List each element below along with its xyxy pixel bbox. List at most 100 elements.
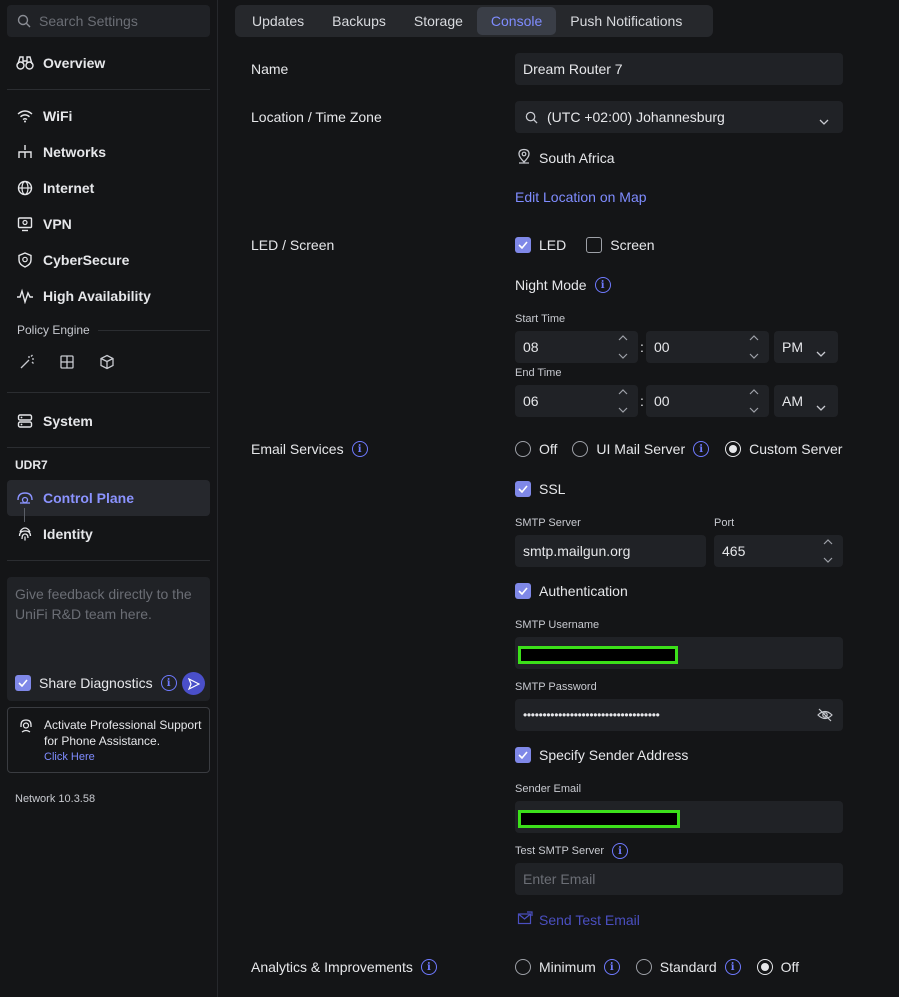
stepper-arrows[interactable] bbox=[823, 539, 833, 563]
sidebar-item-identity[interactable]: Identity bbox=[7, 518, 210, 550]
ui-mail-server-radio[interactable] bbox=[572, 441, 589, 457]
info-icon[interactable]: i bbox=[724, 959, 741, 975]
checkmark-icon bbox=[518, 751, 528, 759]
info-icon[interactable]: i bbox=[612, 843, 629, 859]
tab-push-notifications[interactable]: Push Notifications bbox=[556, 7, 696, 35]
sidebar-item-vpn[interactable]: VPN bbox=[7, 208, 210, 240]
email-services-text: Email Services bbox=[251, 441, 344, 457]
feedback-textarea[interactable]: Give feedback directly to the UniFi R&D … bbox=[7, 577, 210, 701]
support-click-here-link[interactable]: Click Here bbox=[44, 749, 201, 765]
specify-sender-label: Specify Sender Address bbox=[539, 747, 689, 763]
share-diagnostics-checkbox[interactable] bbox=[15, 675, 31, 691]
timezone-value: (UTC +02:00) Johannesburg bbox=[547, 109, 725, 125]
divider bbox=[7, 89, 210, 90]
tab-console[interactable]: Console bbox=[476, 7, 557, 35]
edit-location-link[interactable]: Edit Location on Map bbox=[515, 189, 647, 205]
smtp-password-input[interactable]: ••••••••••••••••••••••••••••••••••• bbox=[515, 699, 843, 731]
screen-checkbox[interactable] bbox=[586, 237, 603, 253]
server-icon bbox=[15, 411, 35, 431]
sidebar-item-internet[interactable]: Internet bbox=[7, 172, 210, 204]
led-screen-label: LED / Screen bbox=[251, 237, 335, 253]
sidebar-item-cybersecure[interactable]: CyberSecure bbox=[7, 244, 210, 276]
info-icon[interactable]: i bbox=[420, 959, 437, 975]
smtp-server-input[interactable]: smtp.mailgun.org bbox=[515, 535, 706, 567]
sidebar: Search Settings Overview WiFi Networks I… bbox=[0, 0, 218, 997]
sidebar-item-control-plane[interactable]: Control Plane bbox=[7, 480, 210, 516]
end-minute-input[interactable]: 00 bbox=[646, 385, 769, 417]
sidebar-item-system[interactable]: System bbox=[7, 405, 210, 437]
custom-server-radio[interactable] bbox=[725, 441, 742, 457]
cube-icon[interactable] bbox=[98, 353, 116, 371]
policy-engine-heading: Policy Engine bbox=[17, 323, 90, 337]
analytics-minimum-radio[interactable] bbox=[515, 959, 531, 975]
sender-email-input[interactable] bbox=[515, 801, 843, 833]
analytics-off-radio[interactable] bbox=[756, 959, 773, 975]
led-checkbox[interactable] bbox=[515, 237, 531, 253]
send-feedback-button[interactable] bbox=[182, 672, 205, 695]
analytics-standard-label: Standard bbox=[659, 959, 717, 975]
stepper-arrows[interactable] bbox=[618, 335, 628, 359]
magic-wand-icon[interactable] bbox=[18, 353, 36, 371]
stepper-arrows[interactable] bbox=[749, 389, 759, 413]
info-icon[interactable]: i bbox=[693, 441, 710, 457]
smtp-username-input[interactable] bbox=[515, 637, 843, 669]
specify-sender-row: Specify Sender Address bbox=[515, 747, 688, 763]
time-colon: : bbox=[640, 339, 644, 355]
location-label: Location / Time Zone bbox=[251, 109, 382, 125]
tab-backups[interactable]: Backups bbox=[318, 7, 400, 35]
support-line: for Phone Assistance. bbox=[44, 734, 161, 748]
chevron-down-icon bbox=[749, 407, 759, 413]
sidebar-item-label: WiFi bbox=[43, 108, 73, 124]
professional-support-card: Activate Professional Support for Phone … bbox=[7, 707, 210, 773]
info-icon[interactable]: i bbox=[351, 441, 368, 457]
end-hour-value: 06 bbox=[523, 393, 539, 409]
support-agent-icon bbox=[18, 718, 34, 737]
sidebar-item-overview[interactable]: Overview bbox=[7, 47, 210, 79]
specify-sender-checkbox[interactable] bbox=[515, 747, 531, 763]
analytics-standard-radio[interactable] bbox=[635, 959, 652, 975]
analytics-minimum-label: Minimum bbox=[539, 959, 596, 975]
info-icon[interactable]: i bbox=[160, 675, 177, 691]
sidebar-item-label: Overview bbox=[43, 55, 106, 71]
analytics-label: Analytics & Improvements i bbox=[251, 959, 437, 975]
start-minute-input[interactable]: 00 bbox=[646, 331, 769, 363]
end-ampm-select[interactable]: AM bbox=[774, 385, 838, 417]
stepper-arrows[interactable] bbox=[618, 389, 628, 413]
grid-icon[interactable] bbox=[58, 353, 76, 371]
start-hour-input[interactable]: 08 bbox=[515, 331, 638, 363]
sidebar-item-networks[interactable]: Networks bbox=[7, 136, 210, 168]
search-placeholder: Search Settings bbox=[39, 13, 138, 29]
timezone-select[interactable]: (UTC +02:00) Johannesburg bbox=[515, 101, 843, 133]
sidebar-item-label: CyberSecure bbox=[43, 252, 130, 268]
stepper-arrows[interactable] bbox=[749, 335, 759, 359]
sidebar-item-wifi[interactable]: WiFi bbox=[7, 100, 210, 132]
binoculars-icon bbox=[15, 53, 35, 73]
ssl-checkbox[interactable] bbox=[515, 481, 531, 497]
feedback-placeholder: Give feedback directly to the UniFi R&D … bbox=[15, 586, 192, 622]
sidebar-item-label: Control Plane bbox=[43, 490, 135, 506]
checkmark-icon bbox=[518, 587, 528, 595]
checkmark-icon bbox=[518, 241, 528, 249]
info-icon[interactable]: i bbox=[594, 277, 611, 293]
send-test-email-button[interactable]: Send Test Email bbox=[517, 911, 640, 928]
tab-storage[interactable]: Storage bbox=[400, 7, 477, 35]
end-ampm-value: AM bbox=[782, 393, 803, 409]
port-input[interactable]: 465 bbox=[714, 535, 843, 567]
divider bbox=[7, 392, 210, 393]
end-hour-input[interactable]: 06 bbox=[515, 385, 638, 417]
sidebar-item-high-availability[interactable]: High Availability bbox=[7, 280, 210, 312]
fingerprint-icon bbox=[15, 524, 35, 544]
eye-slash-icon[interactable] bbox=[817, 707, 833, 726]
info-icon[interactable]: i bbox=[603, 959, 620, 975]
authentication-checkbox[interactable] bbox=[515, 583, 531, 599]
search-settings-input[interactable]: Search Settings bbox=[7, 5, 210, 37]
start-ampm-select[interactable]: PM bbox=[774, 331, 838, 363]
test-smtp-label: Test SMTP Server bbox=[515, 845, 605, 857]
tab-updates[interactable]: Updates bbox=[238, 7, 318, 35]
test-email-input[interactable]: Enter Email bbox=[515, 863, 843, 895]
email-off-radio[interactable] bbox=[515, 441, 531, 457]
analytics-options: Minimum i Standard i Off bbox=[515, 959, 799, 975]
name-input[interactable]: Dream Router 7 bbox=[515, 53, 843, 85]
sidebar-item-label: Identity bbox=[43, 526, 93, 542]
chevron-down-icon bbox=[618, 353, 628, 359]
